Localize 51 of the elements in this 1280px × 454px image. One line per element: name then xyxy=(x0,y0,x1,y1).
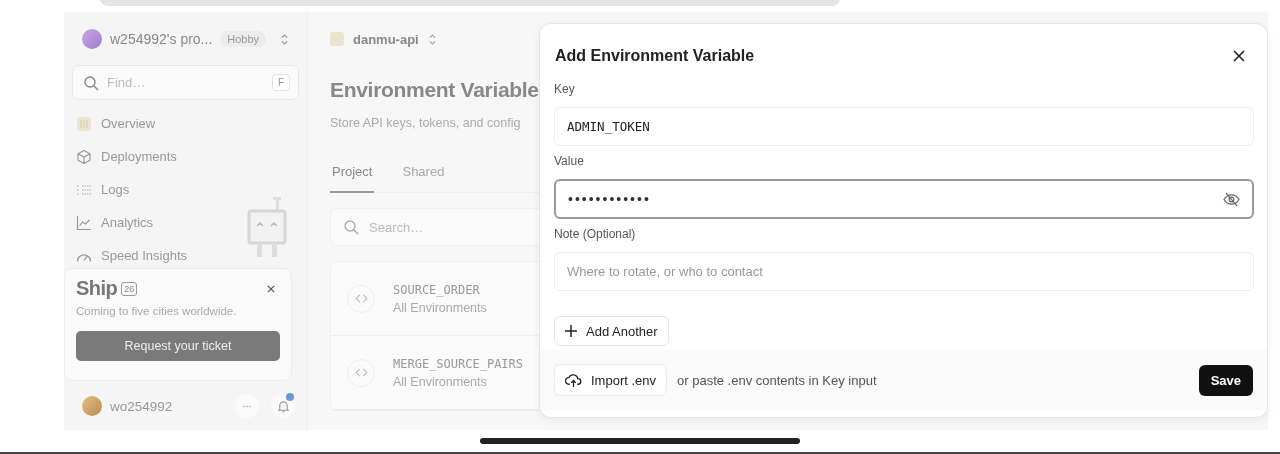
request-ticket-button[interactable]: Request your ticket xyxy=(76,331,280,361)
project-name[interactable]: danmu-api xyxy=(353,31,419,47)
variable-scope: All Environments xyxy=(393,300,487,315)
cloud-upload-icon xyxy=(565,372,582,388)
nav-item[interactable]: Logs xyxy=(72,173,299,206)
search-icon xyxy=(343,219,359,235)
page-title: Environment Variable xyxy=(330,78,539,102)
nav-item[interactable]: Speed Insights xyxy=(72,239,299,272)
user-avatar xyxy=(82,396,102,416)
tab[interactable]: Shared xyxy=(400,156,447,193)
nav-item[interactable]: Overview xyxy=(72,107,299,140)
add-another-button[interactable]: Add Another xyxy=(554,316,669,346)
input-field[interactable]: •••••••••••• xyxy=(554,179,1254,219)
user-name[interactable]: wo254992 xyxy=(110,398,227,414)
close-icon[interactable] xyxy=(267,284,275,293)
input-field[interactable]: ADMIN_TOKEN xyxy=(554,107,1254,146)
shortcut-key: F xyxy=(271,74,290,91)
tab[interactable]: Project xyxy=(330,156,375,193)
team-avatar xyxy=(82,29,102,49)
field-label: Value xyxy=(554,154,585,170)
close-icon[interactable] xyxy=(1233,50,1245,62)
chevron-updown-icon[interactable] xyxy=(427,32,437,46)
plan-badge: Hobby xyxy=(220,31,267,47)
eye-slash-icon[interactable] xyxy=(1223,191,1240,207)
team-name[interactable]: w254992's pro... xyxy=(110,31,213,47)
year-badge: 26 xyxy=(121,281,138,296)
import-env-button[interactable]: Import .env xyxy=(554,364,668,396)
more-icon xyxy=(242,404,252,408)
project-icon xyxy=(330,32,344,46)
cube-icon xyxy=(76,148,92,165)
notifications-button[interactable] xyxy=(271,394,295,418)
chevron-updown-icon[interactable] xyxy=(280,32,289,46)
input-field[interactable]: Where to rotate, or who to contact xyxy=(554,252,1254,291)
variable-name: MERGE_SOURCE_PAIRS xyxy=(393,356,524,371)
page-subtitle: Store API keys, tokens, and config xyxy=(330,116,521,130)
promo-title: Ship xyxy=(76,277,118,300)
find-field[interactable]: Find… F xyxy=(72,65,299,100)
chart-icon xyxy=(76,214,92,231)
nav-item[interactable]: Analytics xyxy=(72,206,299,239)
variable-scope: All Environments xyxy=(393,374,488,389)
field-label: Key xyxy=(554,82,576,98)
plus-icon xyxy=(565,325,577,337)
save-button[interactable]: Save xyxy=(1198,364,1253,396)
grid-icon xyxy=(76,115,92,132)
nav-item[interactable]: Deployments xyxy=(72,140,299,173)
promo-text: Coming to five cities worldwide. xyxy=(76,305,238,317)
variable-name: SOURCE_ORDER xyxy=(393,282,481,297)
bell-icon xyxy=(276,399,290,413)
dialog-title: Add Environment Variable xyxy=(555,47,755,65)
import-hint: or paste .env contents in Key input xyxy=(677,372,877,388)
search-icon xyxy=(83,74,99,91)
